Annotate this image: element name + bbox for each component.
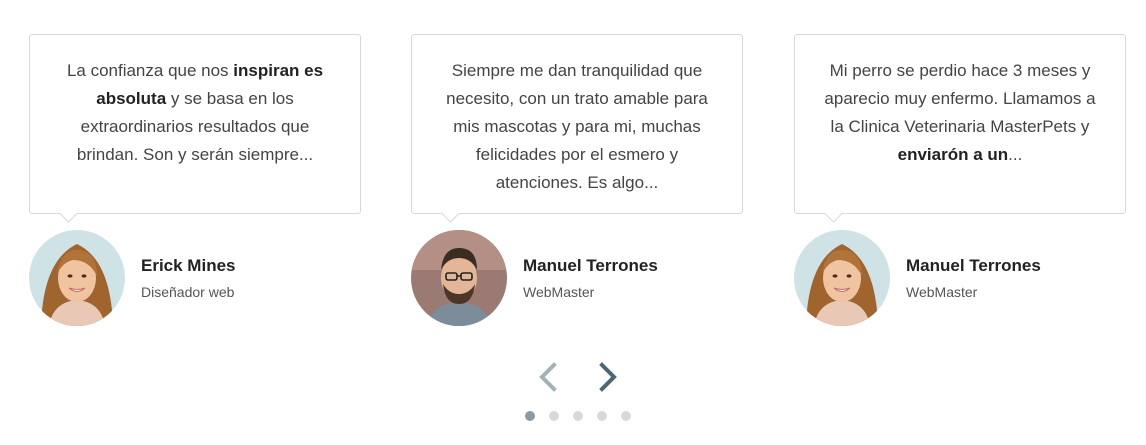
next-button[interactable] [592,361,622,393]
avatar [794,230,890,326]
previous-button[interactable] [534,361,564,393]
chevron-left-icon [539,362,557,392]
woman-portrait-icon [794,230,890,326]
pagination-dot-1[interactable] [525,411,535,421]
pagination-dot-4[interactable] [597,411,607,421]
quote-text: Siempre me dan tranquilidad que necesito… [446,61,708,192]
testimonial-quote: Mi perro se perdio hace 3 meses y aparec… [819,57,1101,169]
author-name: Manuel Terrones [906,256,1041,275]
pagination-dot-5[interactable] [621,411,631,421]
testimonial-quote-bubble: Mi perro se perdio hace 3 meses y aparec… [794,34,1126,214]
man-portrait-icon [411,230,507,326]
quote-emphasis: enviarón a un [897,145,1009,164]
author-role: Diseñador web [141,284,235,300]
author-role: WebMaster [523,284,595,300]
quote-text: La confianza que nos [66,61,234,80]
chevron-right-icon [599,362,617,392]
woman-portrait-icon [29,230,125,326]
testimonial-quote: La confianza que nos inspiran es absolut… [54,57,336,169]
testimonial-quote-bubble: Siempre me dan tranquilidad que necesito… [411,34,743,214]
pagination-dots [525,411,631,423]
pagination-dot-2[interactable] [549,411,559,421]
pagination-dot-3[interactable] [573,411,583,421]
avatar [411,230,507,326]
author-name: Erick Mines [141,256,236,275]
quote-text: ... [1008,145,1023,164]
testimonial-quote: Siempre me dan tranquilidad que necesito… [436,57,718,197]
quote-text: Mi perro se perdio hace 3 meses y aparec… [824,61,1096,136]
testimonial-quote-bubble: La confianza que nos inspiran es absolut… [29,34,361,214]
author-name: Manuel Terrones [523,256,658,275]
avatar [29,230,125,326]
author-role: WebMaster [906,284,978,300]
